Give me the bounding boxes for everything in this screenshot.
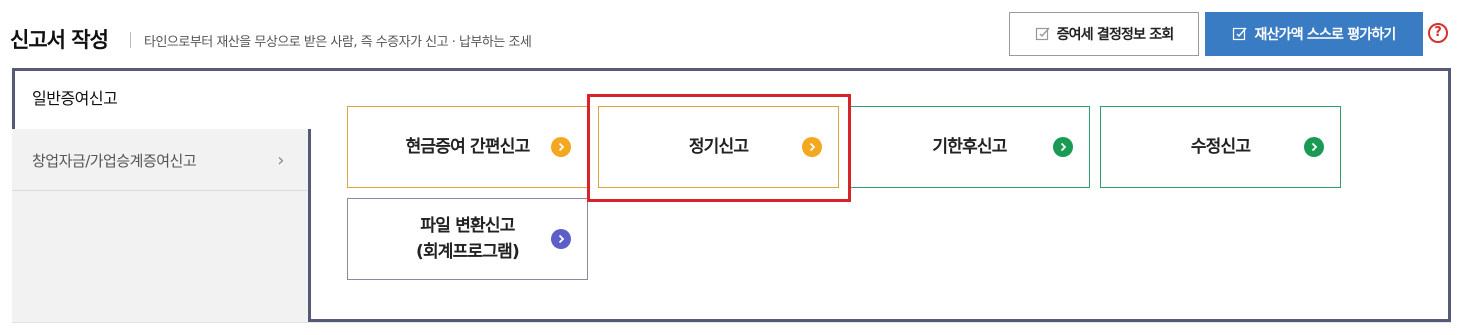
chevron-right-icon: › xyxy=(277,150,284,171)
regular-report-card[interactable]: 정기신고 xyxy=(598,106,839,188)
card-label: 정기신고 xyxy=(688,137,749,157)
file-conversion-report-card[interactable]: 파일 변환신고 (회계프로그램) xyxy=(347,198,588,280)
card-label: 수정신고 xyxy=(1190,137,1251,157)
card-label: 기한후신고 xyxy=(932,137,1007,157)
arrow-right-icon xyxy=(551,137,571,157)
tab-label: 창업자금/가업승계증여신고 xyxy=(32,152,197,170)
panel-border-right xyxy=(1448,68,1451,128)
card-label-line1: 파일 변환신고 xyxy=(420,216,515,236)
title-divider xyxy=(130,32,131,48)
tab-startup-business-succession-gift-report[interactable]: 창업자금/가업승계증여신고 › xyxy=(12,131,308,191)
arrow-right-icon xyxy=(1304,137,1324,157)
bottom-divider xyxy=(12,322,1451,335)
card-label-line2: (회계프로그램) xyxy=(416,242,520,262)
late-report-card[interactable]: 기한후신고 xyxy=(849,106,1090,188)
arrow-right-icon xyxy=(1053,137,1073,157)
gift-tax-decision-inquiry-button[interactable]: 증여세 결정정보 조회 xyxy=(1009,12,1199,56)
edit-checkbox-icon xyxy=(1233,27,1248,41)
amended-report-card[interactable]: 수정신고 xyxy=(1100,106,1341,188)
card-label: 현금증여 간편신고 xyxy=(405,137,531,157)
evaluate-button-label: 재산가액 스스로 평가하기 xyxy=(1254,27,1396,43)
cash-gift-simple-report-card[interactable]: 현금증여 간편신고 xyxy=(347,106,588,188)
card-label: 파일 변환신고 (회계프로그램) xyxy=(416,213,520,265)
help-icon[interactable]: ? xyxy=(1428,23,1448,43)
edit-checkbox-icon xyxy=(1035,27,1050,41)
arrow-right-icon xyxy=(802,137,822,157)
page-subtitle: 타인으로부터 재산을 무상으로 받은 사람, 즉 수증자가 신고 · 납부하는 … xyxy=(144,35,532,50)
self-evaluate-property-button[interactable]: 재산가액 스스로 평가하기 xyxy=(1205,12,1423,56)
page-title: 신고서 작성 xyxy=(10,28,109,52)
arrow-right-icon xyxy=(551,229,571,249)
tab-general-gift-report[interactable]: 일반증여신고 xyxy=(15,71,311,129)
inquiry-button-label: 증여세 결정정보 조회 xyxy=(1056,27,1175,43)
